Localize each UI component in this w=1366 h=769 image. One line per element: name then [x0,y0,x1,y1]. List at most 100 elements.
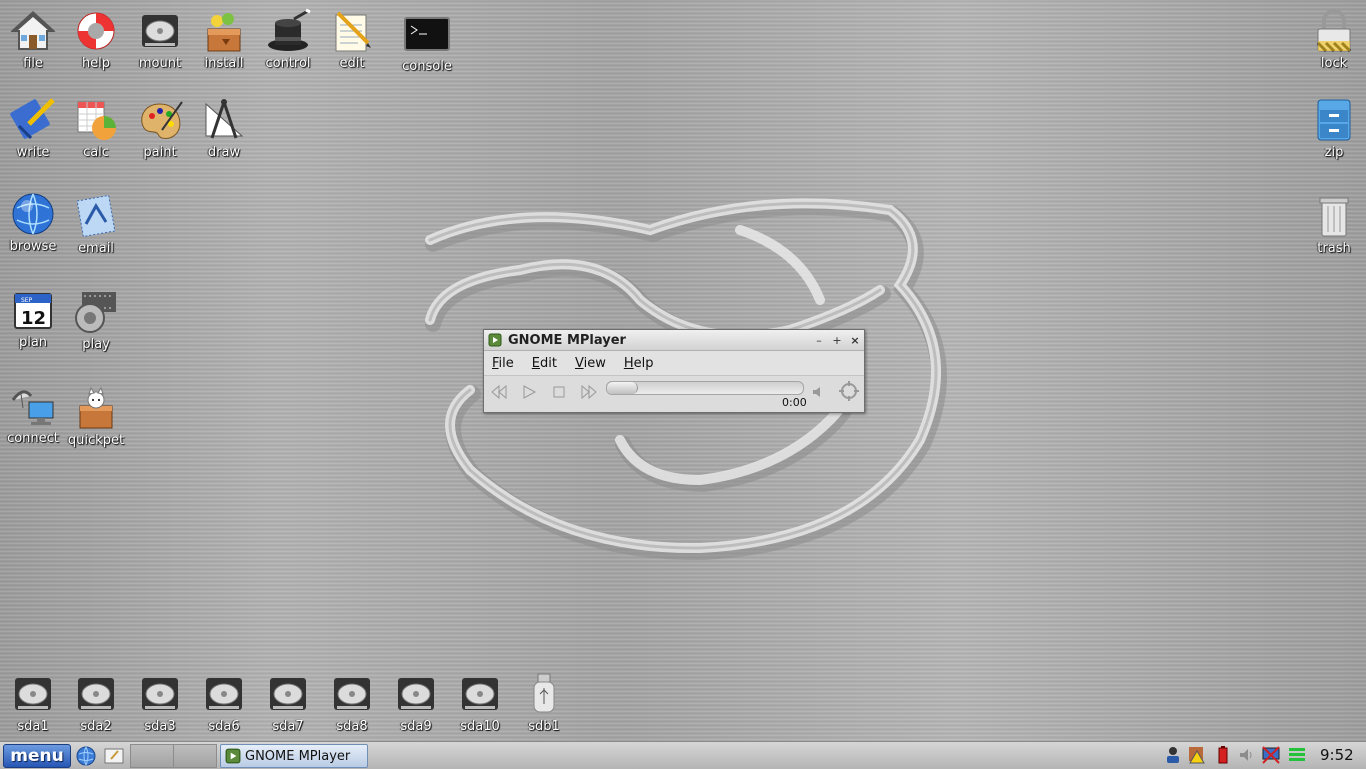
harddrive-icon [142,678,178,710]
menu-edit[interactable]: Edit [530,356,559,371]
desktop-icon-calc[interactable]: calc [63,96,129,160]
maximize-button[interactable]: + [828,334,846,347]
warning-update-icon[interactable] [1187,745,1207,765]
fullscreen-icon[interactable] [838,380,860,402]
window-titlebar[interactable]: GNOME MPlayer – + × [484,330,864,351]
desktop-icon-label: sda1 [17,719,49,734]
desktop-icon-write[interactable]: write [0,96,66,160]
stop-icon[interactable] [550,384,568,400]
minimize-button[interactable]: – [810,334,828,347]
desktop-icon-zip[interactable]: zip [1301,96,1366,160]
desktop-icon-email[interactable]: email [63,192,129,256]
workspace-1[interactable] [130,744,174,768]
desktop-icon-play[interactable]: play [63,288,129,352]
harddrive-icon [462,678,498,710]
harddrive-icon [15,678,51,710]
desktop-icon-browse[interactable]: browse [0,190,66,254]
desktop-icon-label: sda3 [144,719,176,734]
desktop-icon-console[interactable]: console [394,10,460,74]
menu-view[interactable]: View [573,356,608,371]
taskbar-mplayer-label: GNOME MPlayer [245,748,351,764]
close-button[interactable]: × [846,334,864,347]
menu-file[interactable]: File [490,356,516,371]
rewind-icon[interactable] [490,384,508,400]
desktop-icon-edit[interactable]: edit [319,7,385,71]
desktop-icon-sda6[interactable]: sda6 [191,670,257,734]
seek-bar[interactable] [606,381,804,395]
browser-launcher-icon[interactable] [75,745,97,767]
desktop-icon-label: trash [1317,241,1351,256]
desktop-icon-help[interactable]: help [63,7,129,71]
calendar-month: SEP [21,297,33,304]
desktop-icon-label: sda10 [460,719,500,734]
trash-can-icon [1319,197,1349,237]
seek-knob[interactable] [607,382,638,394]
volume-icon[interactable] [810,384,828,400]
user-network-icon[interactable] [1163,745,1183,765]
desktop-icon-control[interactable]: control [255,7,321,71]
speaker-film-icon [75,292,116,333]
fast-forward-icon[interactable] [580,384,598,400]
desktop-icon-sda3[interactable]: sda3 [127,670,193,734]
show-desktop-icon[interactable] [103,745,125,767]
desktop-icon-label: plan [18,335,48,350]
desktop-icon-sda7[interactable]: sda7 [255,670,321,734]
network-satellite-icon [11,390,54,425]
desktop-icon-plan[interactable]: SEP 12 plan [0,286,66,350]
globe-icon [12,193,54,235]
desktop-icon-label: connect [7,431,59,446]
desktop-icon-install[interactable]: install [191,7,257,71]
playback-controls: 0:00 [484,376,864,411]
desktop-icon-label: install [204,56,244,71]
memory-monitor-icon[interactable] [1287,745,1307,765]
desktop-icon-mount[interactable]: mount [127,7,193,71]
taskbar-mplayer-button[interactable]: GNOME MPlayer [220,744,368,768]
harddrive-icon [270,678,306,710]
desktop-icon-label: console [402,59,452,74]
window-title: GNOME MPlayer [508,332,626,348]
speaker-volume-icon[interactable] [1237,745,1257,765]
usb-stick-icon [533,673,555,713]
desktop-icon-trash[interactable]: trash [1301,192,1366,256]
mplayer-window[interactable]: GNOME MPlayer – + × File Edit View Help … [483,329,865,413]
mplayer-task-icon [225,748,241,764]
desktop-icon-label: edit [339,56,365,71]
house-icon [10,11,56,50]
desktop-icon-draw[interactable]: draw [191,96,257,160]
network-disconnected-icon[interactable] [1261,745,1281,765]
time-display: 0:00 [782,396,807,409]
harddrive-icon [334,678,370,710]
clock[interactable]: 9:52 [1320,746,1354,764]
desktop-icon-label: sda8 [336,719,368,734]
desktop-icon-file[interactable]: file [0,7,66,71]
palette-icon [141,101,183,139]
calendar-day: 12 [21,308,46,329]
desktop-icon-connect[interactable]: connect [0,382,66,446]
desktop-icon-sda2[interactable]: sda2 [63,670,129,734]
battery-icon[interactable] [1213,745,1233,765]
desktop-icon-label: lock [1320,56,1348,71]
play-icon[interactable] [520,384,538,400]
desktop-icon-label: sda9 [400,719,432,734]
harddrive-icon [398,678,434,710]
desktop-icon-sdb1[interactable]: sdb1 [511,670,577,734]
notepad-pencil-icon [335,11,371,52]
taskbar: menu GNOME MPlayer 9:52 [0,741,1366,769]
start-menu-button[interactable]: menu [3,744,71,768]
padlock-icon [1316,9,1352,53]
desktop-icon-sda9[interactable]: sda9 [383,670,449,734]
workspace-2[interactable] [173,744,217,768]
desktop-icon-sda1[interactable]: sda1 [0,670,66,734]
writer-icon [10,98,55,140]
menu-help[interactable]: Help [622,356,656,371]
desktop-icon-lock[interactable]: lock [1301,7,1366,71]
email-stamp-icon [76,194,116,238]
desktop-icon-label: control [265,56,311,71]
desktop-icon-label: email [78,241,114,256]
desktop-icon-paint[interactable]: paint [127,96,193,160]
calendar-icon: SEP 12 [14,293,52,329]
desktop-icon-sda10[interactable]: sda10 [447,670,513,734]
desktop-icon-sda8[interactable]: sda8 [319,670,385,734]
desktop-icon-label: zip [1324,145,1344,160]
desktop-icon-quickpet[interactable]: quickpet [63,384,129,448]
